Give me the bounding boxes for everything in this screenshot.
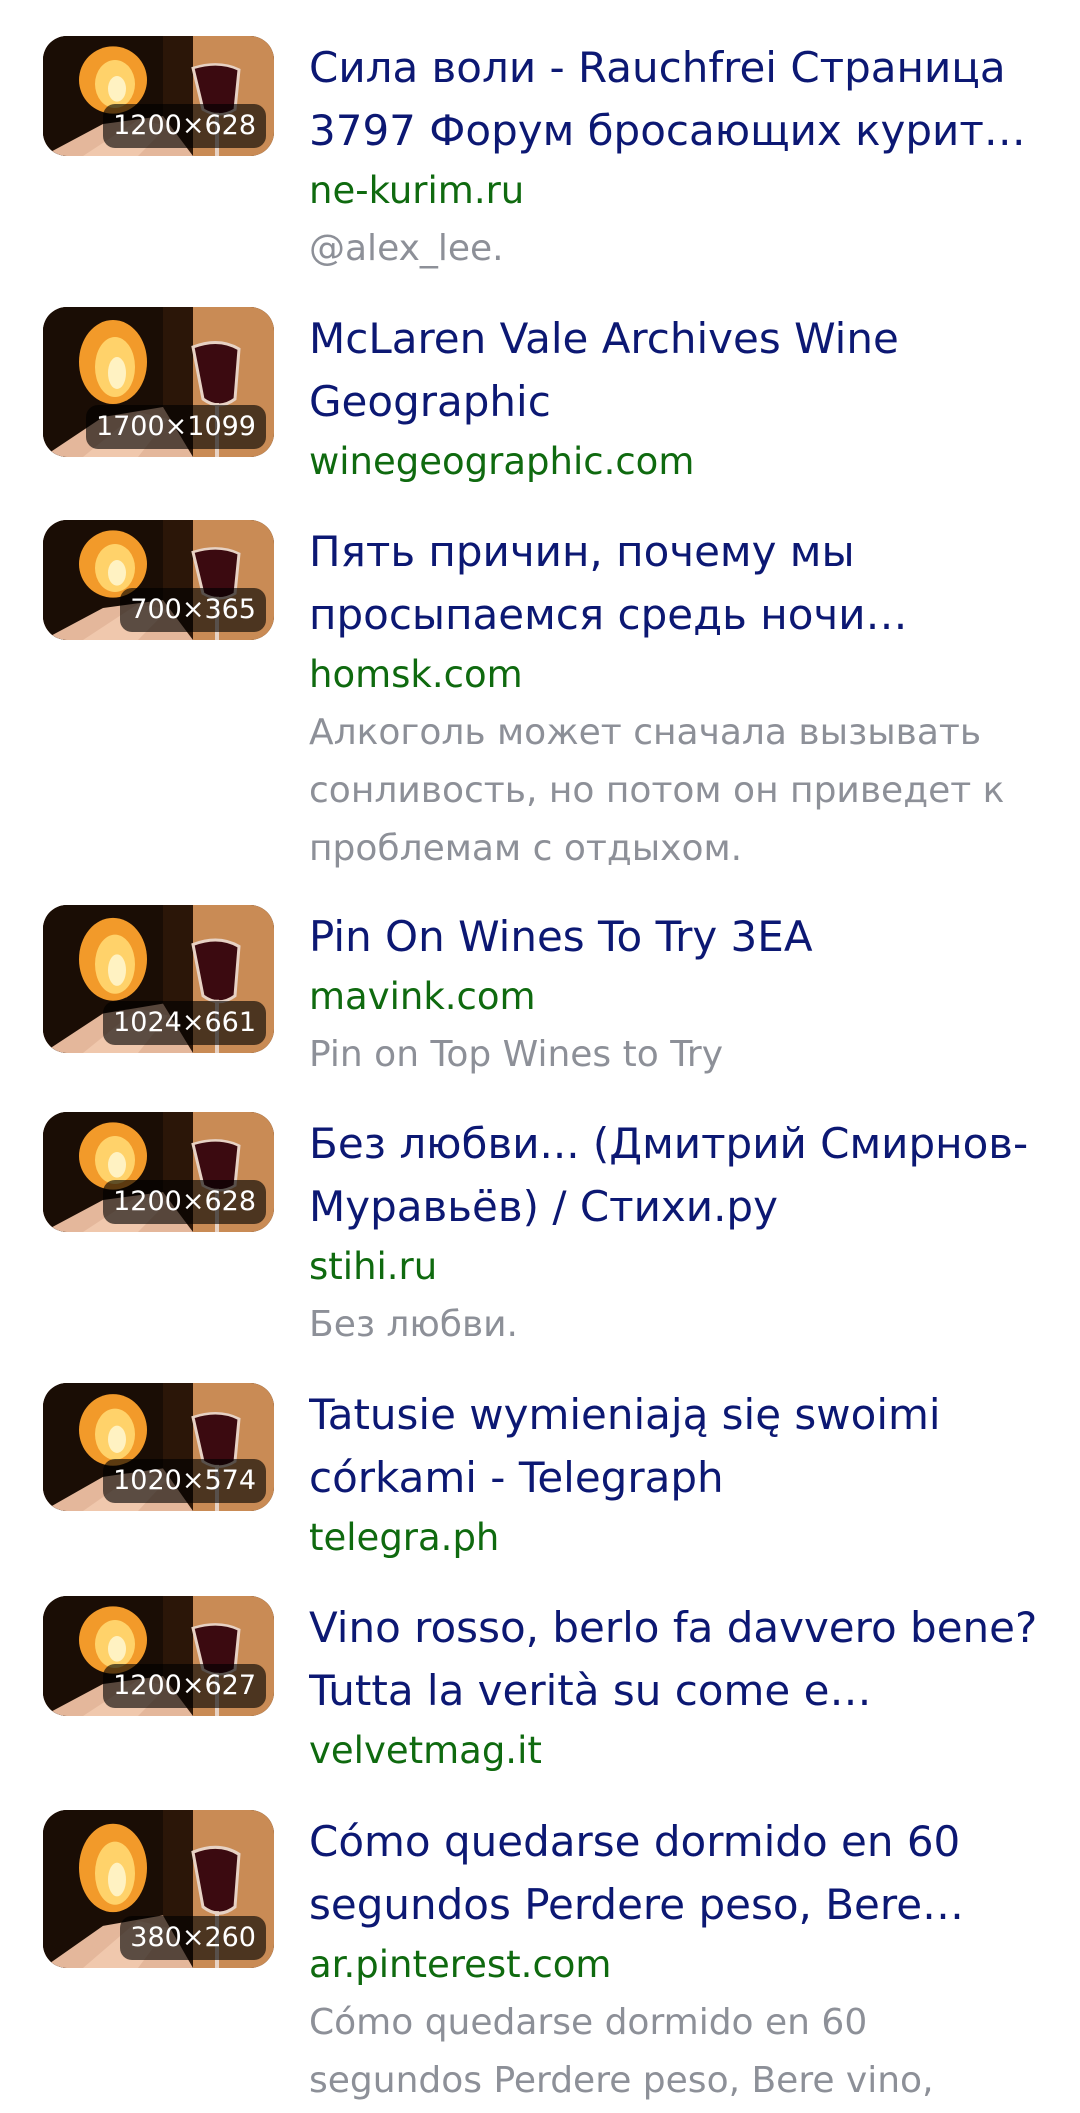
image-dimensions: 700×365	[120, 588, 266, 632]
result-domain[interactable]: mavink.com	[309, 968, 1039, 1026]
result-text: McLaren Vale Archives Wine Geographic wi…	[309, 307, 1039, 491]
result-text: Pin On Wines To Try 3EA mavink.com Pin o…	[309, 905, 1039, 1084]
result-text: Vino rosso, berlo fa davvero bene? Tutta…	[309, 1596, 1039, 1780]
image-dimensions: 1700×1099	[85, 405, 266, 449]
result-thumbnail[interactable]: 1700×1099	[43, 307, 274, 457]
result-domain[interactable]: homsk.com	[309, 646, 1039, 704]
result-description: @alex_lee.	[309, 228, 504, 269]
result-title[interactable]: Pin On Wines To Try 3EA	[309, 905, 1039, 968]
result-title[interactable]: Vino rosso, berlo fa davvero bene? Tutta…	[309, 1596, 1039, 1722]
result-thumbnail[interactable]: 1200×628	[43, 36, 274, 156]
result-text: Сила воли - Rauchfrei Страница 3797 Фору…	[309, 36, 1039, 278]
result-description: Cómo quedarse dormido en 60 segundos Per…	[309, 2002, 934, 2101]
result-text: Пять причин, почему мы просыпаемся средь…	[309, 520, 1039, 878]
result-description: Алкоголь может сначала вызывать сонливос…	[309, 712, 1005, 869]
result-title[interactable]: McLaren Vale Archives Wine Geographic	[309, 307, 1039, 433]
result-thumbnail[interactable]: 380×260	[43, 1810, 274, 1968]
image-dimensions: 1200×627	[103, 1664, 266, 1708]
result-text: Без любви... (Дмитрий Смирнов-Муравьёв) …	[309, 1112, 1039, 1354]
result-description: Без любви.	[309, 1304, 519, 1345]
result-domain[interactable]: stihi.ru	[309, 1238, 1039, 1296]
result-description: Pin on Top Wines to Try	[309, 1034, 724, 1075]
image-dimensions: 1020×574	[103, 1459, 266, 1503]
result-text: Cómo quedarse dormido en 60 segundos Per…	[309, 1810, 1039, 2110]
result-thumbnail[interactable]: 700×365	[43, 520, 274, 640]
result-domain[interactable]: winegeographic.com	[309, 433, 1039, 491]
image-dimensions: 1200×628	[103, 104, 266, 148]
result-title[interactable]: Tatusie wymieniają się swoimi córkami - …	[309, 1383, 1039, 1509]
result-text: Tatusie wymieniają się swoimi córkami - …	[309, 1383, 1039, 1567]
result-thumbnail[interactable]: 1020×574	[43, 1383, 274, 1511]
result-domain[interactable]: velvetmag.it	[309, 1722, 1039, 1780]
result-domain[interactable]: ar.pinterest.com	[309, 1936, 1039, 1994]
result-domain[interactable]: ne-kurim.ru	[309, 162, 1039, 220]
result-domain[interactable]: telegra.ph	[309, 1509, 1039, 1567]
image-dimensions: 380×260	[120, 1916, 266, 1960]
result-title[interactable]: Без любви... (Дмитрий Смирнов-Муравьёв) …	[309, 1112, 1039, 1238]
result-title[interactable]: Сила воли - Rauchfrei Страница 3797 Фору…	[309, 36, 1039, 162]
result-thumbnail[interactable]: 1200×627	[43, 1596, 274, 1716]
result-thumbnail[interactable]: 1200×628	[43, 1112, 274, 1232]
result-title[interactable]: Пять причин, почему мы просыпаемся средь…	[309, 520, 1039, 646]
result-thumbnail[interactable]: 1024×661	[43, 905, 274, 1053]
image-dimensions: 1024×661	[103, 1001, 266, 1045]
result-title[interactable]: Cómo quedarse dormido en 60 segundos Per…	[309, 1810, 1039, 1936]
image-dimensions: 1200×628	[103, 1180, 266, 1224]
